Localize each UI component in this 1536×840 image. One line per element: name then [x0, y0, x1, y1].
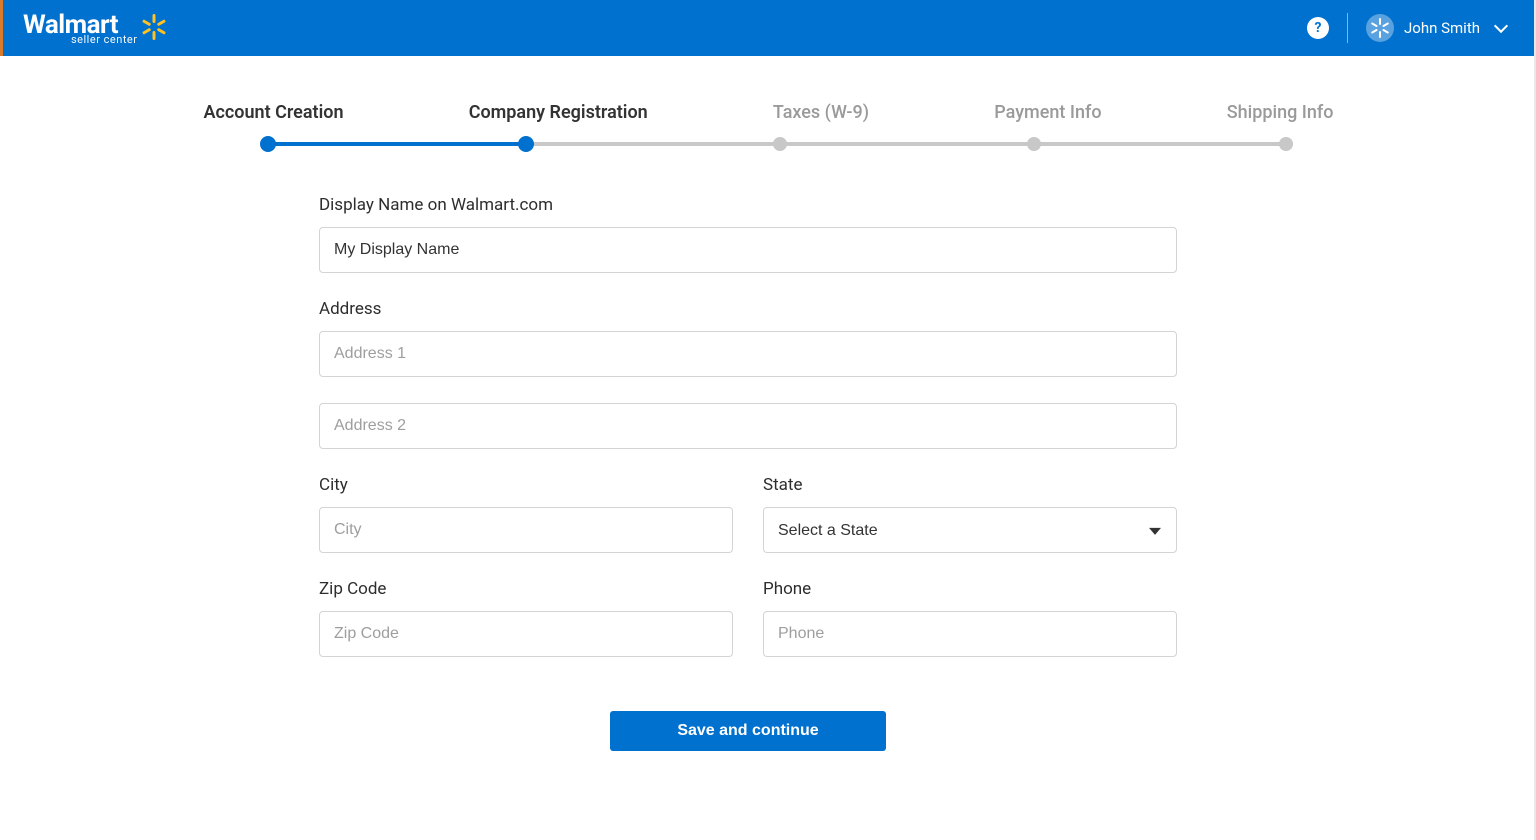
user-menu[interactable]: John Smith [1366, 14, 1510, 42]
zip-input[interactable] [319, 611, 733, 657]
avatar [1366, 14, 1394, 42]
step-shipping-info: Shipping Info [1227, 102, 1334, 123]
stepper-dot-1 [260, 136, 276, 152]
zip-label: Zip Code [319, 579, 733, 599]
save-and-continue-button[interactable]: Save and continue [610, 711, 886, 751]
step-taxes: Taxes (W-9) [773, 102, 869, 123]
stepper-dot-3 [773, 137, 787, 151]
progress-stepper: Account Creation Company Registration Ta… [204, 102, 1334, 151]
app-header: Walmart seller center ? [0, 0, 1536, 56]
walmart-spark-icon [143, 16, 165, 38]
step-payment-info: Payment Info [994, 102, 1101, 123]
brand-subtitle: seller center [71, 34, 137, 45]
city-label: City [319, 475, 733, 495]
company-registration-form: Display Name on Walmart.com Address City… [319, 195, 1177, 751]
header-divider [1347, 13, 1348, 43]
chevron-down-icon [1494, 19, 1508, 33]
phone-label: Phone [763, 579, 1177, 599]
display-name-label: Display Name on Walmart.com [319, 195, 1177, 215]
brand-logo[interactable]: Walmart seller center [23, 12, 165, 45]
step-account-creation[interactable]: Account Creation [204, 102, 344, 123]
stepper-dot-2 [518, 136, 534, 152]
phone-input[interactable] [763, 611, 1177, 657]
user-name-label: John Smith [1404, 19, 1480, 37]
stepper-dot-5 [1279, 137, 1293, 151]
address1-input[interactable] [319, 331, 1177, 377]
city-input[interactable] [319, 507, 733, 553]
address2-input[interactable] [319, 403, 1177, 449]
state-label: State [763, 475, 1177, 495]
avatar-spark-icon [1371, 19, 1389, 37]
question-mark-icon: ? [1315, 20, 1322, 36]
step-company-registration[interactable]: Company Registration [469, 102, 648, 123]
address-label: Address [319, 299, 1177, 319]
stepper-progress [268, 142, 526, 146]
stepper-dot-4 [1027, 137, 1041, 151]
state-select[interactable]: Select a State [763, 507, 1177, 553]
display-name-input[interactable] [319, 227, 1177, 273]
help-button[interactable]: ? [1307, 17, 1329, 39]
